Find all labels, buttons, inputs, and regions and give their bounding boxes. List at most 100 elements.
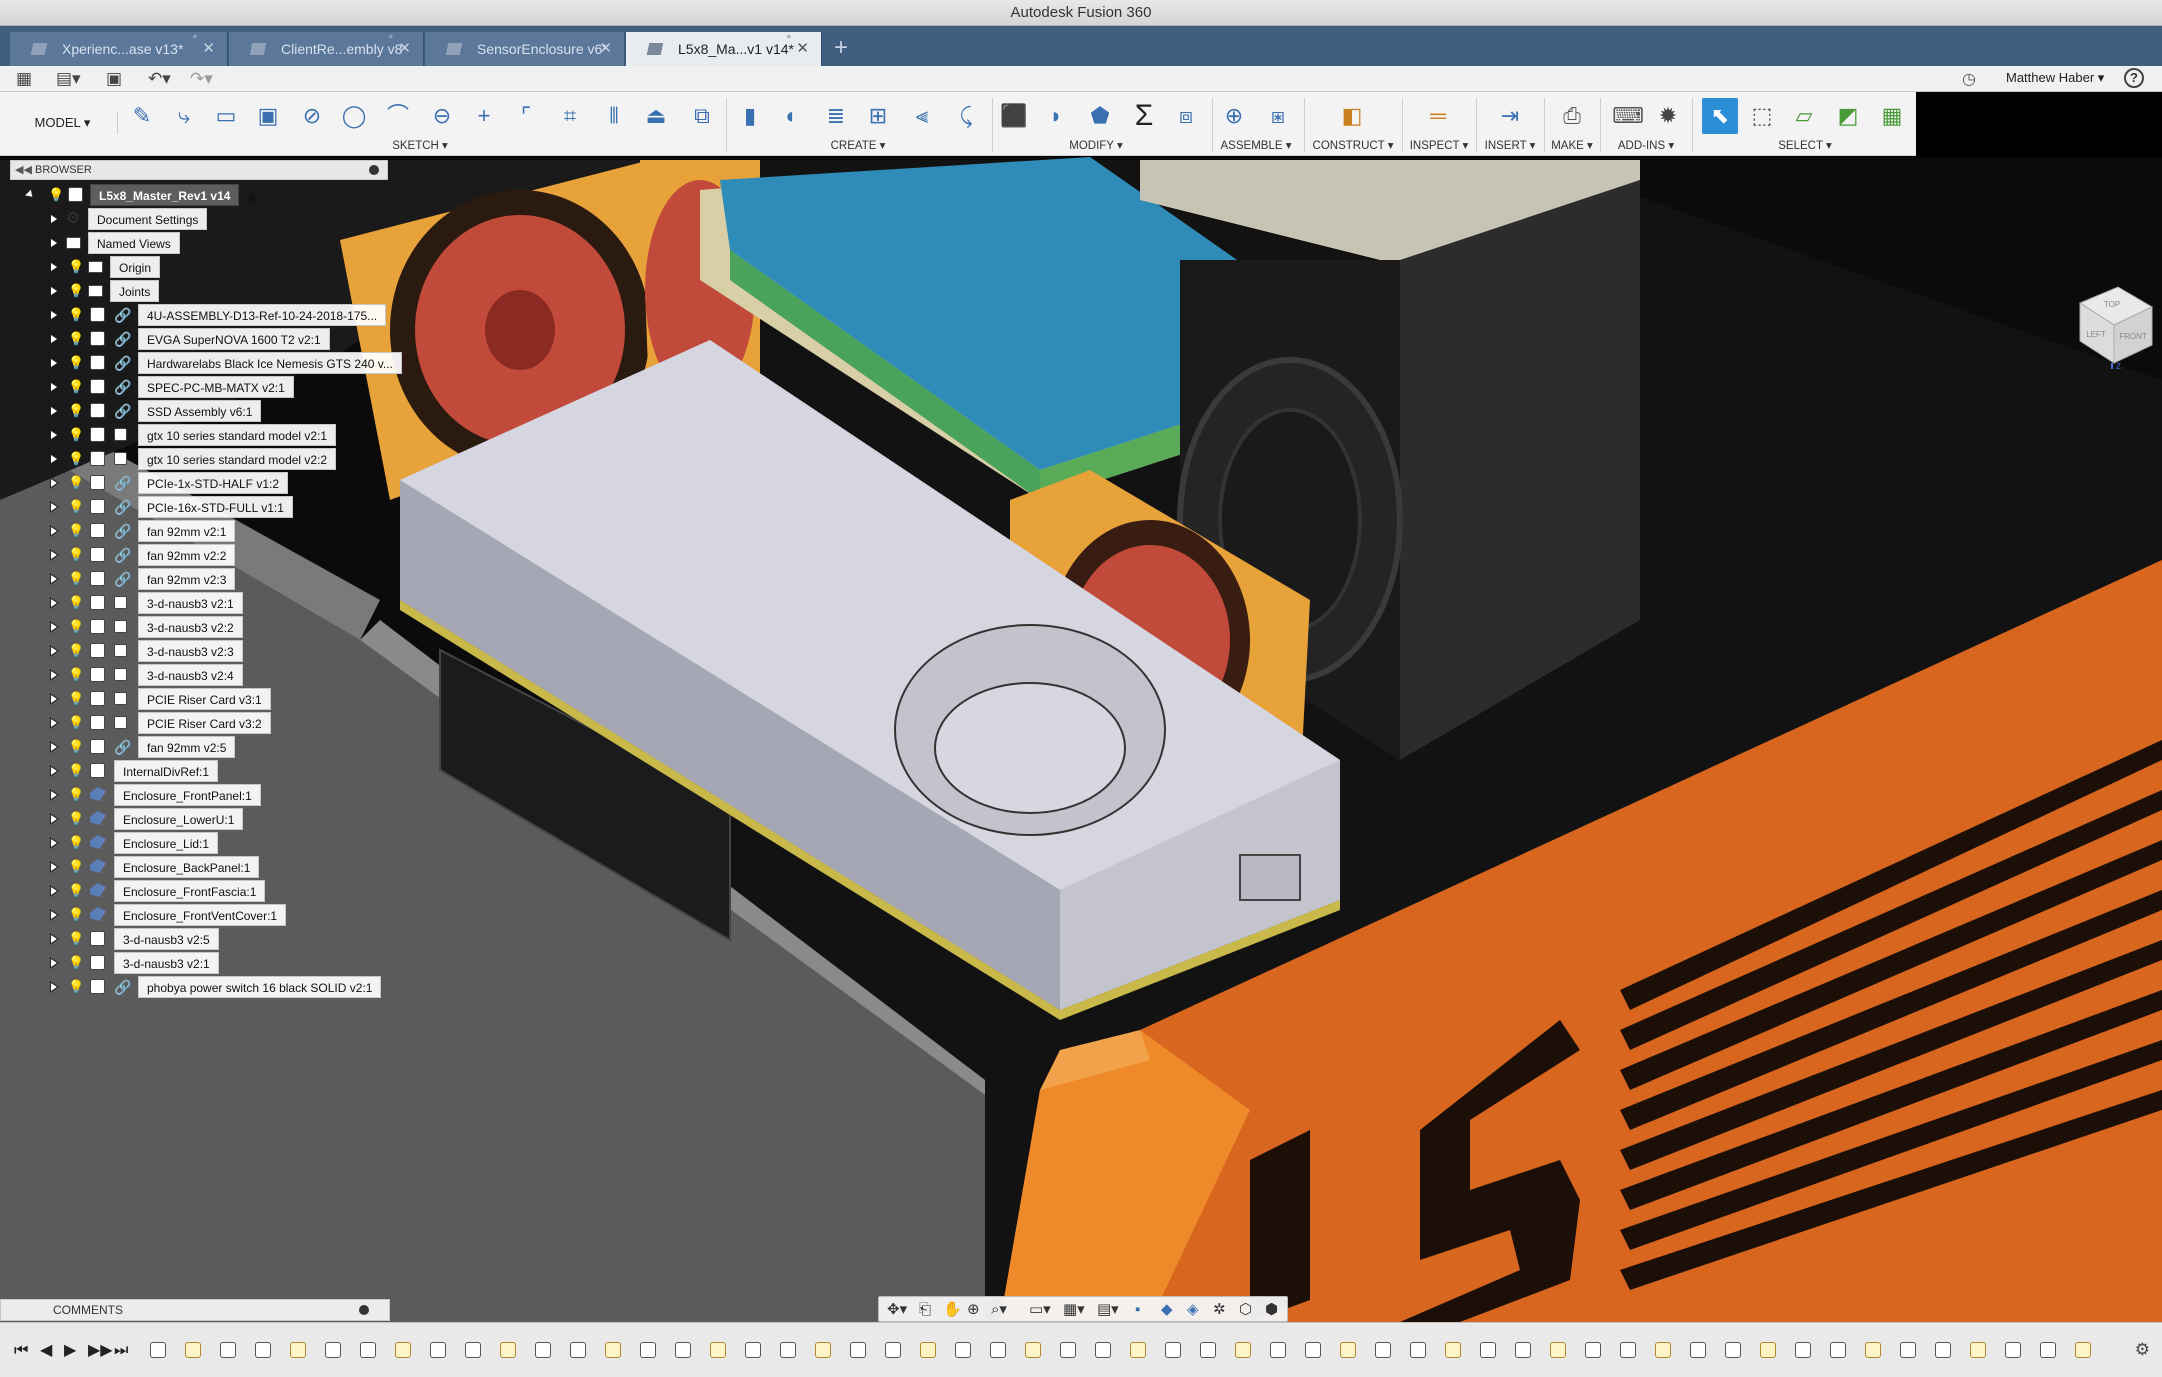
document-tab[interactable]: SensorEnclosure v6* ✕ <box>425 32 625 66</box>
tree-item-label[interactable]: gtx 10 series standard model v2:2 <box>138 448 337 470</box>
effects-icon[interactable]: ✲ <box>1213 1300 1226 1320</box>
close-tab-icon[interactable]: ✕ <box>398 32 411 66</box>
expand-icon[interactable] <box>50 453 59 465</box>
tree-item-label[interactable]: PCIe-1x-STD-HALF v1:2 <box>138 472 289 494</box>
select-button[interactable]: ⬉ <box>1702 98 1738 134</box>
tree-item-label[interactable]: InternalDivRef:1 <box>114 760 219 782</box>
timeline-feature-icon[interactable] <box>1690 1342 1706 1358</box>
timeline-joint-icon[interactable] <box>395 1342 411 1358</box>
timeline-feature-icon[interactable] <box>2040 1342 2056 1358</box>
tree-item-label[interactable]: Origin <box>110 256 161 278</box>
tree-item-label[interactable]: 3-d-nausb3 v2:1 <box>138 592 243 614</box>
expand-icon[interactable] <box>50 549 59 561</box>
expand-icon[interactable] <box>23 187 38 203</box>
timeline-joint-icon[interactable] <box>815 1342 831 1358</box>
outline-cube-icon[interactable]: ⬢ <box>1265 1300 1278 1320</box>
timeline-feature-icon[interactable] <box>1515 1342 1531 1358</box>
pin-icon[interactable] <box>359 1305 369 1315</box>
apps-grid-icon[interactable]: ▦ <box>16 69 32 89</box>
expand-icon[interactable] <box>50 837 59 849</box>
browser-header[interactable]: ◀◀ BROWSER <box>10 160 388 180</box>
timeline-feature-icon[interactable] <box>990 1342 1006 1358</box>
tree-item-label[interactable]: 3-d-nausb3 v2:4 <box>138 664 243 686</box>
timeline-feature-icon[interactable] <box>220 1342 236 1358</box>
step-forward-icon[interactable]: ▶▶ <box>88 1341 113 1361</box>
activate-radio-icon[interactable]: ◉ <box>246 186 258 208</box>
pan-hand-icon[interactable]: ✋ <box>943 1300 962 1320</box>
tree-item-label[interactable]: 3-d-nausb3 v2:1 <box>114 952 219 974</box>
expand-icon[interactable] <box>50 861 59 873</box>
visibility-bulb-icon[interactable]: 💡 <box>68 355 84 371</box>
expand-icon[interactable] <box>50 237 59 249</box>
sweep-button[interactable]: ⤹ <box>948 98 984 134</box>
combine-button[interactable]: ⧈ <box>1168 98 1204 134</box>
timeline-feature-icon[interactable] <box>1305 1342 1321 1358</box>
expand-icon[interactable] <box>50 525 59 537</box>
collapse-panel-icon[interactable]: ◀◀ <box>15 161 32 179</box>
inspect-group-label[interactable]: INSPECT ▾ <box>1404 138 1474 154</box>
visibility-bulb-icon[interactable]: 💡 <box>68 811 84 827</box>
box-select-icon[interactable]: ▪ <box>1135 1300 1140 1320</box>
visibility-bulb-icon[interactable]: 💡 <box>68 595 84 611</box>
zoom-icon[interactable]: ⊕ <box>967 1300 980 1320</box>
timeline-feature-icon[interactable] <box>1060 1342 1076 1358</box>
timeline-feature-icon[interactable] <box>2005 1342 2021 1358</box>
expand-icon[interactable] <box>50 645 59 657</box>
timeline-feature-icon[interactable] <box>1935 1342 1951 1358</box>
fillet-button[interactable]: ◗ <box>1038 98 1074 134</box>
visibility-bulb-icon[interactable]: 💡 <box>68 955 84 971</box>
tree-item-label[interactable]: PCIe-16x-STD-FULL v1:1 <box>138 496 293 518</box>
close-tab-icon[interactable]: ✕ <box>796 32 809 66</box>
insert-derive-button[interactable]: ⇥ <box>1492 98 1528 134</box>
expand-icon[interactable] <box>50 981 59 993</box>
mirror-button[interactable]: ⫷ <box>904 98 940 134</box>
play-icon[interactable]: ▶ <box>64 1341 76 1361</box>
orbit-icon[interactable]: ✥▾ <box>887 1300 907 1320</box>
timeline-feature-icon[interactable] <box>1200 1342 1216 1358</box>
window-select-button[interactable]: ⬚ <box>1744 98 1780 134</box>
visibility-bulb-icon[interactable]: 💡 <box>68 283 84 299</box>
section-cube-icon[interactable]: ◈ <box>1187 1300 1199 1320</box>
expand-icon[interactable] <box>50 357 59 369</box>
timeline-joint-icon[interactable] <box>920 1342 936 1358</box>
timeline-settings-icon[interactable]: ⚙ <box>2135 1340 2150 1360</box>
timeline-joint-icon[interactable] <box>1550 1342 1566 1358</box>
step-back-icon[interactable]: ◀ <box>40 1341 52 1361</box>
project-tool-button[interactable]: ⏏ <box>638 98 674 134</box>
browser-root-label[interactable]: L5x8_Master_Rev1 v14 <box>90 184 240 206</box>
visibility-bulb-icon[interactable]: 💡 <box>68 763 84 779</box>
assemble-group-label[interactable]: ASSEMBLE ▾ <box>1212 138 1300 154</box>
visibility-bulb-icon[interactable]: 💡 <box>68 619 84 635</box>
cube-icon[interactable]: ◆ <box>1161 1300 1173 1320</box>
timeline-joint-icon[interactable] <box>1445 1342 1461 1358</box>
close-tab-icon[interactable]: ✕ <box>202 32 215 66</box>
chamfer-button[interactable]: ⬟ <box>1082 98 1118 134</box>
trim-tool-button[interactable]: ⌗ <box>552 98 588 134</box>
stop-sketch-button[interactable]: ⧉ <box>684 98 720 134</box>
timeline-feature-icon[interactable] <box>1270 1342 1286 1358</box>
visibility-bulb-icon[interactable]: 💡 <box>68 331 84 347</box>
timeline-feature-icon[interactable] <box>535 1342 551 1358</box>
center-rectangle-button[interactable]: ▣ <box>250 98 286 134</box>
tree-item-label[interactable]: EVGA SuperNOVA 1600 T2 v2:1 <box>138 328 330 350</box>
visibility-bulb-icon[interactable]: 💡 <box>68 691 84 707</box>
visibility-bulb-icon[interactable]: 💡 <box>68 475 84 491</box>
create-sketch-button[interactable]: ✎ <box>124 98 160 134</box>
fillet-sketch-button[interactable]: ⌜ <box>508 98 544 134</box>
look-at-icon[interactable]: ⎗ <box>919 1300 931 1320</box>
tree-item-label[interactable]: Enclosure_LowerU:1 <box>114 808 244 830</box>
expand-icon[interactable] <box>50 669 59 681</box>
visibility-bulb-icon[interactable]: 💡 <box>68 571 84 587</box>
tree-item-label[interactable]: SPEC-PC-MB-MATX v2:1 <box>138 376 294 398</box>
timeline-feature-icon[interactable] <box>1795 1342 1811 1358</box>
tree-item-label[interactable]: Document Settings <box>88 208 208 230</box>
timeline-feature-icon[interactable] <box>255 1342 271 1358</box>
expand-icon[interactable] <box>50 405 59 417</box>
timeline-feature-icon[interactable] <box>1410 1342 1426 1358</box>
tree-item-label[interactable]: SSD Assembly v6:1 <box>138 400 262 422</box>
timeline-feature-icon[interactable] <box>1620 1342 1636 1358</box>
wireframe-cube-icon[interactable]: ⬡ <box>1239 1300 1252 1320</box>
construct-group-label[interactable]: CONSTRUCT ▾ <box>1304 138 1402 154</box>
expand-icon[interactable] <box>50 501 59 513</box>
expand-icon[interactable] <box>50 573 59 585</box>
